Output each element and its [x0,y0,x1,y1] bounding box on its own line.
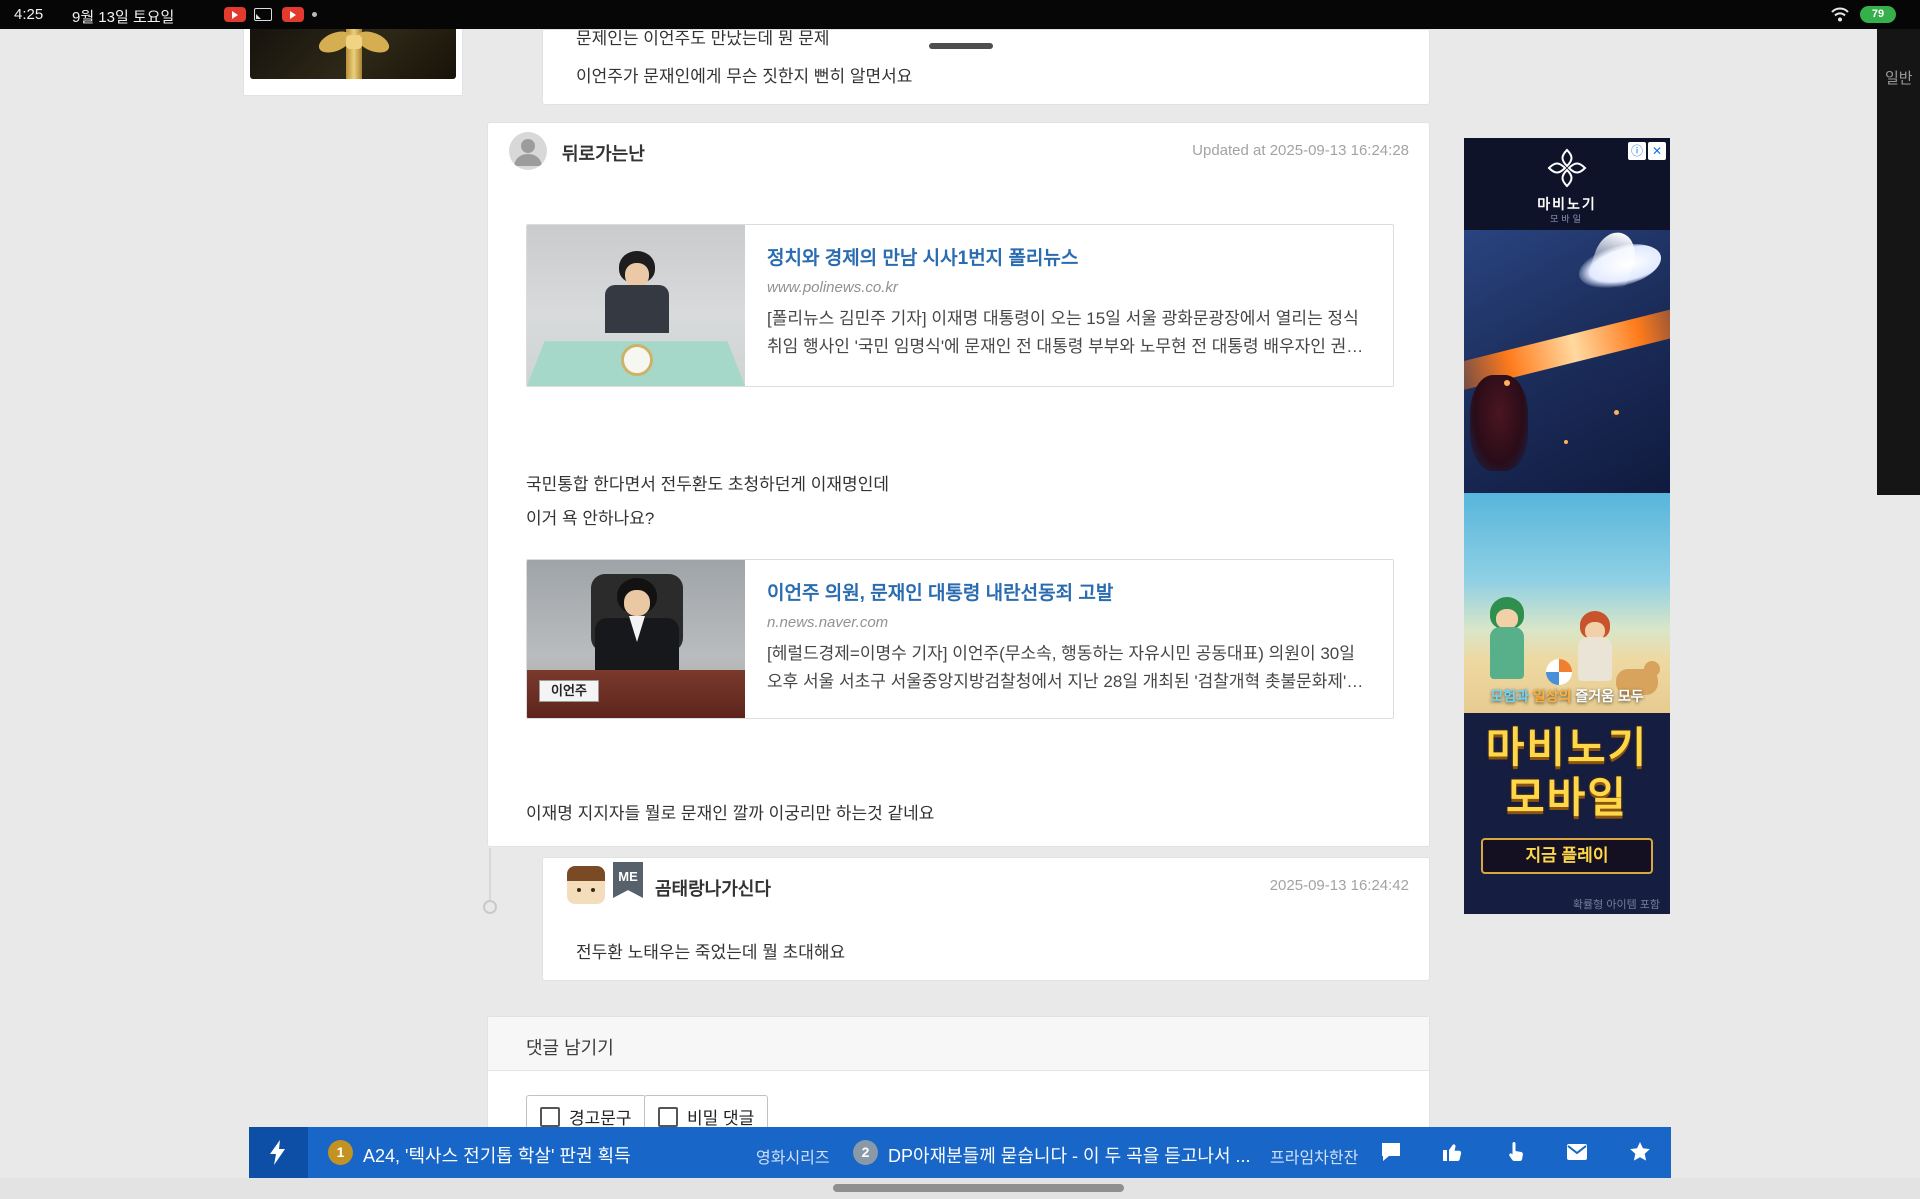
me-badge: ME [613,862,643,898]
spark-shape [1504,380,1510,386]
gift-knot-shape [346,35,362,49]
link-url: n.news.naver.com [767,614,1371,631]
comment-paragraph-3: 이재명 지지자들 뭘로 문재인 깔까 이궁리만 하는것 같네요 [526,799,934,824]
hand-icon[interactable] [1504,1140,1528,1164]
cast-icon[interactable] [254,8,272,21]
drag-handle[interactable] [929,43,993,49]
comment-icon[interactable] [1379,1140,1403,1164]
link-preview-polinews[interactable]: 정치와 경제의 만남 시사1번지 폴리뉴스 www.polinews.co.kr… [526,224,1394,387]
secret-checkbox[interactable] [658,1107,678,1127]
link-thumbnail[interactable] [527,225,745,386]
hot-posts-tile[interactable] [249,1127,308,1178]
ad-brand-sub: 모바일 [1464,212,1670,225]
rank-1-badge: 1 [328,1140,353,1165]
status-date: 9월 13일 토요일 [72,6,174,27]
ad-info-icon[interactable]: ⓘ [1628,142,1646,160]
ad-brand-name: 마비노기 [1464,194,1670,214]
warning-checkbox[interactable] [540,1107,560,1127]
lightning-icon [266,1139,290,1166]
warning-checkbox-label: 경고문구 [569,1104,632,1129]
side-panel: 일반 [1877,29,1920,495]
link-title[interactable]: 정치와 경제의 만남 시사1번지 폴리뉴스 [767,243,1371,270]
face-shape [624,590,650,616]
news-anchor-image [527,225,745,386]
ad-banner[interactable]: ⓘ ✕ 마비노기 모바일 [1464,138,1670,914]
link-title[interactable]: 이언주 의원, 문재인 대통령 내란선동죄 고발 [767,578,1371,605]
ad-battle-artwork [1464,230,1670,493]
ad-title-line2: 모바일 [1464,764,1670,825]
girl-body-shape [1490,627,1524,679]
ticker-item-1-title[interactable]: A24, '텍사스 전기톱 학살' 판권 획득 [363,1142,631,1168]
comment-paragraph-2: 이거 욕 안하나요? [526,504,654,529]
link-thumbnail[interactable]: 이언주 [527,560,745,718]
ad-close-icon[interactable]: ✕ [1648,142,1666,160]
reply-avatar[interactable] [567,866,605,904]
side-tab-label[interactable]: 일반 [1885,67,1913,88]
secret-checkbox-label: 비밀 댓글 [687,1104,754,1129]
ticker-item-2-category[interactable]: 프라임차한잔 [1270,1144,1358,1168]
comment-form-title: 댓글 남기기 [526,1034,614,1060]
spark-shape [1564,440,1568,444]
ad-tagline: 모험과 일상의 즐거움 모두 [1464,686,1670,706]
anchor-body-shape [605,285,669,333]
comment-author[interactable]: 뒤로가는난 [562,140,645,166]
link-preview-body: 정치와 경제의 만남 시사1번지 폴리뉴스 www.polinews.co.kr… [745,225,1393,386]
reply-timestamp: 2025-09-13 16:24:42 [1270,877,1409,894]
anchor-face-shape [625,263,649,287]
ad-notice: 확률형 아이템 포함 [1573,896,1660,912]
notification-dot-icon [312,12,317,17]
ad-badges: ⓘ ✕ [1628,142,1666,160]
link-url: www.polinews.co.kr [767,279,1371,296]
ticker-item-1-category[interactable]: 영화시리즈 [756,1144,830,1168]
ad-tagline-part3: 즐거움 모두 [1571,688,1643,704]
comment-form-header: 댓글 남기기 [488,1017,1429,1071]
bottom-bar: 1 A24, '텍사스 전기톱 학살' 판권 획득 영화시리즈 2 DP아재분들… [249,1127,1671,1178]
battery-indicator: 79 [1860,6,1896,23]
wifi-icon [1830,6,1850,22]
rank-2-badge: 2 [853,1140,878,1165]
politician-image: 이언주 [527,560,745,718]
status-bar: 4:25 9월 13일 토요일 79 [0,0,1920,29]
link-preview-naver[interactable]: 이언주 이언주 의원, 문재인 대통령 내란선동죄 고발 n.news.nave… [526,559,1394,719]
previous-comment-line1: 문제인는 이언주도 만났는데 뭔 문제 [576,29,830,49]
gift-image[interactable] [250,23,456,79]
mail-icon[interactable] [1565,1140,1589,1164]
warrior-silhouette-shape [1470,375,1528,471]
previous-comment-line2: 이언주가 문재인에게 무슨 짓한지 뻔히 알면서요 [576,62,912,87]
avatar[interactable] [509,132,547,170]
ad-cta-button[interactable]: 지금 플레이 [1481,838,1653,874]
star-icon[interactable] [1628,1140,1652,1164]
link-preview-body: 이언주 의원, 문재인 대통령 내란선동죄 고발 n.news.naver.co… [745,560,1393,718]
thumbs-up-icon[interactable] [1441,1140,1465,1164]
spark-shape [1614,410,1619,415]
link-description: [헤럴드경제=이명수 기자] 이언주(무소속, 행동하는 자유시민 공동대표) … [767,640,1371,696]
status-time: 4:25 [14,6,43,23]
ad-tagline-part1: 모험과 [1490,688,1529,704]
horizontal-scrollbar-handle[interactable] [833,1184,1124,1192]
thread-connector-line [489,848,491,900]
previous-post-image-card [243,20,463,96]
kid-body-shape [1578,637,1612,681]
reply-author[interactable]: 곰태랑나가신다 [655,875,771,901]
thread-connector-dot [483,900,497,914]
comment-paragraph-1: 국민통합 한다면서 전두환도 초청하던게 이재명인데 [526,470,889,495]
youtube-icon-2[interactable] [282,7,304,22]
beach-ball-shape [1546,659,1572,685]
ticker-item-2-title[interactable]: DP아재분들께 묻습니다 - 이 두 곡을 듣고나서 ... [888,1142,1251,1168]
reply-text: 전두환 노태우는 죽었는데 뭘 초대해요 [576,938,845,963]
desk-nameplate: 이언주 [539,680,599,702]
youtube-icon[interactable] [224,7,246,22]
podium-emblem-shape [621,344,653,376]
comment-card: 뒤로가는난 Updated at 2025-09-13 16:24:28 정치와… [487,122,1430,847]
person-icon [509,132,547,170]
screen: 4:25 9월 13일 토요일 79 문제인는 이언주도 만났는데 뭔 문제 이… [0,0,1920,1199]
horizontal-scrollbar [0,1178,1920,1199]
girl-face-shape [1496,609,1518,629]
comment-updated-timestamp: Updated at 2025-09-13 16:24:28 [1192,142,1409,159]
ad-beach-artwork [1464,493,1670,713]
link-description: [폴리뉴스 김민주 기자] 이재명 대통령이 오는 15일 서울 광화문광장에서… [767,305,1371,361]
reply-card: ME 곰태랑나가신다 2025-09-13 16:24:42 전두환 노태우는 … [542,857,1430,981]
previous-comment-card: 문제인는 이언주도 만났는데 뭔 문제 이언주가 문재인에게 무슨 짓한지 뻔히… [542,29,1430,105]
ad-tagline-part2: 일상의 [1529,688,1572,704]
